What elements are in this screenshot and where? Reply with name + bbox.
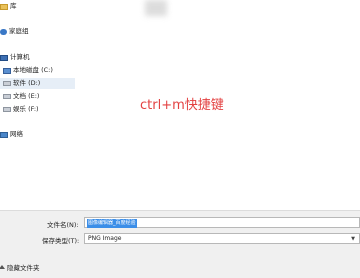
filename-label: 文件名(N): (47, 221, 79, 229)
sidebar-item-label: 库 (10, 2, 17, 10)
sidebar-item-drive-d[interactable]: 软件 (D:) (0, 78, 75, 89)
hide-folders-toggle[interactable]: 隐藏文件夹 (0, 262, 40, 272)
sidebar-item-library[interactable]: 库 (0, 1, 17, 12)
sidebar-item-homegroup[interactable]: 家庭组 (0, 26, 29, 37)
sidebar-item-network[interactable]: 网络 (0, 129, 23, 140)
filetype-select[interactable]: PNG Image ▼ (84, 233, 360, 244)
drive-icon (3, 67, 11, 74)
network-icon (0, 131, 8, 138)
filetype-value: PNG Image (88, 235, 122, 242)
hide-folders-label: 隐藏文件夹 (7, 264, 40, 272)
filetype-label: 保存类型(T): (42, 237, 80, 245)
drive-icon (3, 107, 11, 112)
sidebar-item-label: 计算机 (10, 53, 30, 61)
sidebar-item-drive-f[interactable]: 娱乐 (F:) (3, 104, 39, 115)
sidebar-item-label: 文档 (E:) (13, 92, 40, 100)
chevron-up-icon (0, 265, 5, 269)
filename-input[interactable]: 图像编辑器_百度经验 (84, 217, 360, 228)
chevron-down-icon: ▼ (351, 236, 355, 242)
blurred-thumbnail (145, 0, 167, 16)
sidebar-item-label: 软件 (D:) (13, 79, 41, 87)
drive-icon (3, 81, 11, 86)
sidebar-item-label: 娱乐 (F:) (13, 105, 39, 113)
filename-value: 图像编辑器_百度经验 (87, 219, 137, 228)
sidebar-item-label: 家庭组 (9, 27, 29, 35)
computer-icon (0, 54, 8, 61)
navigation-pane: 库 家庭组 计算机 本地磁盘 (C:) 软件 (D:) 文档 (E:) 娱乐 (… (0, 0, 76, 210)
sidebar-item-drive-e[interactable]: 文档 (E:) (3, 91, 39, 102)
sidebar-item-computer[interactable]: 计算机 (0, 52, 30, 63)
library-icon (0, 3, 8, 10)
homegroup-icon (0, 28, 7, 35)
annotation-text: ctrl+m快捷键 (140, 98, 224, 113)
sidebar-item-label: 本地磁盘 (C:) (13, 66, 53, 74)
sidebar-item-drive-c[interactable]: 本地磁盘 (C:) (3, 65, 53, 76)
sidebar-item-label: 网络 (10, 130, 23, 138)
drive-icon (3, 94, 11, 99)
